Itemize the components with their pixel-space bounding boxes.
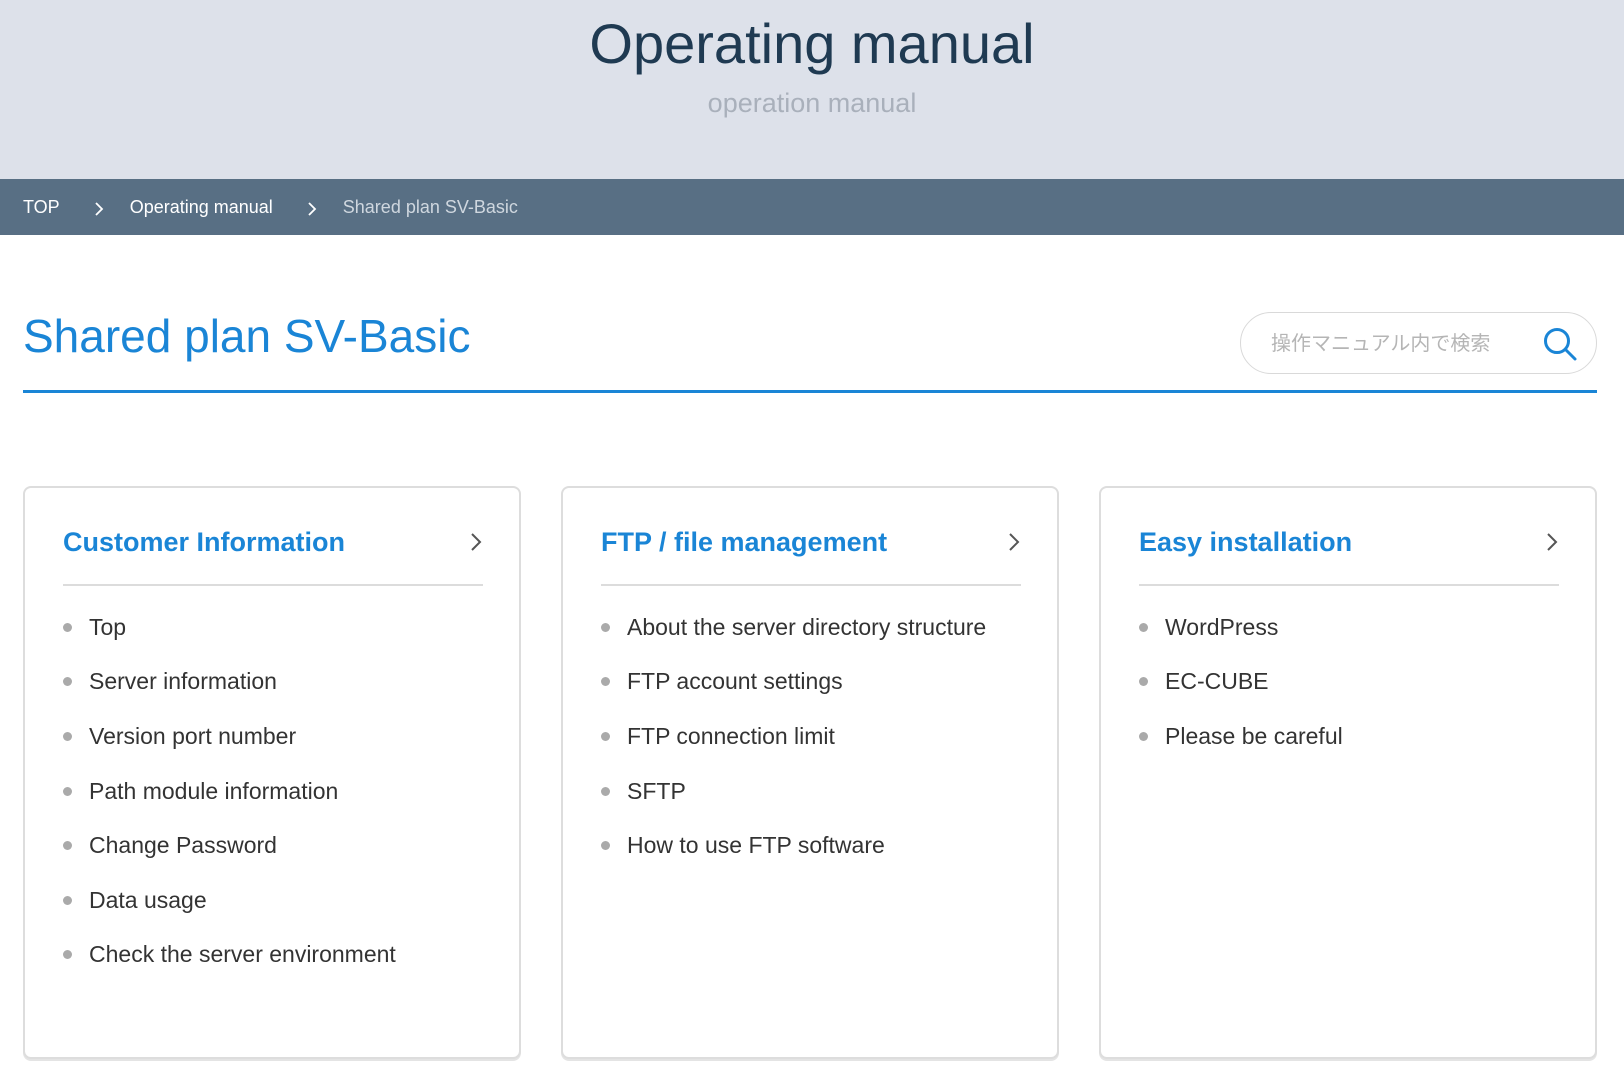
manual-link[interactable]: Path module information — [89, 778, 338, 805]
list-item: Data usage — [63, 873, 499, 928]
card-divider — [1139, 584, 1559, 586]
bullet-icon — [601, 731, 610, 741]
bullet-icon — [63, 950, 72, 960]
manual-link[interactable]: FTP account settings — [627, 668, 843, 695]
breadcrumb: TOP Operating manual Shared plan SV-Basi… — [0, 179, 1624, 235]
list-item: Version port number — [63, 709, 499, 764]
manual-link[interactable]: EC-CUBE — [1165, 668, 1269, 695]
list-item: About the server directory structure — [601, 600, 1037, 655]
card-header-link[interactable]: Easy installation — [1139, 518, 1559, 566]
search-icon — [1544, 328, 1577, 361]
bullet-icon — [601, 786, 610, 796]
title-underline — [23, 390, 1597, 393]
hero-title: Operating manual — [589, 12, 1035, 75]
list-item: Server information — [63, 655, 499, 710]
manual-link[interactable]: Server information — [89, 668, 277, 695]
bullet-icon — [63, 731, 72, 741]
manual-search-form — [1240, 312, 1597, 374]
search-input[interactable] — [1271, 325, 1531, 361]
chevron-right-icon — [307, 202, 317, 216]
category-card-easy-installation: Easy installation WordPress EC-CUBE Plea… — [1099, 486, 1597, 1059]
manual-link[interactable]: SFTP — [627, 778, 686, 805]
manual-link[interactable]: Version port number — [89, 723, 296, 750]
list-item: How to use FTP software — [601, 818, 1037, 873]
list-item: FTP account settings — [601, 655, 1037, 710]
list-item: SFTP — [601, 764, 1037, 819]
list-item: WordPress — [1139, 600, 1575, 655]
manual-link[interactable]: Data usage — [89, 887, 207, 914]
manual-link[interactable]: How to use FTP software — [627, 832, 885, 859]
bullet-icon — [1139, 677, 1148, 687]
manual-link[interactable]: FTP connection limit — [627, 723, 835, 750]
card-divider — [601, 584, 1021, 586]
manual-link[interactable]: Change Password — [89, 832, 277, 859]
hero-subtitle: operation manual — [707, 88, 917, 118]
card-link-list: About the server directory structure FTP… — [601, 600, 1037, 873]
chevron-right-icon — [471, 533, 482, 551]
card-divider — [63, 584, 483, 586]
breadcrumb-top[interactable]: TOP — [23, 197, 60, 218]
list-item: Path module information — [63, 764, 499, 819]
chevron-right-icon — [94, 202, 104, 216]
bullet-icon — [63, 895, 72, 905]
card-link-list: WordPress EC-CUBE Please be careful — [1139, 600, 1575, 764]
page-title: Shared plan SV-Basic — [23, 310, 471, 362]
card-title: Customer Information — [63, 526, 346, 557]
bullet-icon — [601, 622, 610, 632]
card-header-link[interactable]: Customer Information — [63, 518, 483, 566]
list-item: Top — [63, 600, 499, 655]
bullet-icon — [601, 841, 610, 851]
list-item: EC-CUBE — [1139, 655, 1575, 710]
manual-link[interactable]: Please be careful — [1165, 723, 1343, 750]
bullet-icon — [1139, 731, 1148, 741]
bullet-icon — [63, 622, 72, 632]
card-header-link[interactable]: FTP / file management — [601, 518, 1021, 566]
chevron-right-icon — [1547, 533, 1558, 551]
bullet-icon — [1139, 622, 1148, 632]
bullet-icon — [63, 677, 72, 687]
page-hero: Operating manual operation manual — [0, 0, 1624, 179]
card-link-list: Top Server information Version port numb… — [63, 600, 499, 982]
list-item: Change Password — [63, 818, 499, 873]
breadcrumb-operating-manual[interactable]: Operating manual — [130, 197, 273, 218]
manual-link[interactable]: About the server directory structure — [627, 614, 986, 641]
manual-link[interactable]: WordPress — [1165, 614, 1278, 641]
bullet-icon — [63, 841, 72, 851]
card-title: FTP / file management — [601, 526, 888, 557]
search-button[interactable] — [1542, 326, 1578, 362]
list-item: Please be careful — [1139, 709, 1575, 764]
bullet-icon — [601, 677, 610, 687]
list-item: Check the server environment — [63, 928, 499, 983]
category-card-ftp-file-management: FTP / file management About the server d… — [561, 486, 1059, 1059]
list-item: FTP connection limit — [601, 709, 1037, 764]
category-card-customer-information: Customer Information Top Server informat… — [23, 486, 521, 1059]
manual-link[interactable]: Check the server environment — [89, 941, 396, 968]
chevron-right-icon — [1009, 533, 1020, 551]
card-title: Easy installation — [1139, 526, 1353, 557]
manual-link[interactable]: Top — [89, 614, 126, 641]
bullet-icon — [63, 786, 72, 796]
breadcrumb-current: Shared plan SV-Basic — [342, 196, 518, 217]
